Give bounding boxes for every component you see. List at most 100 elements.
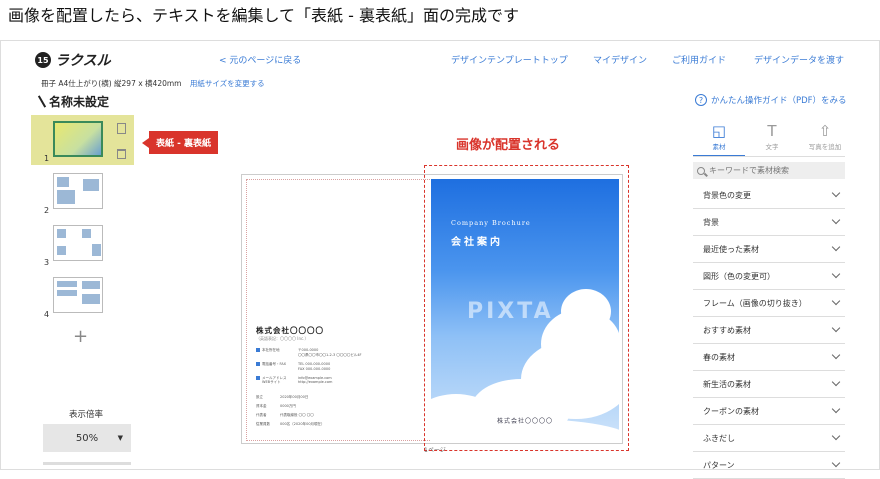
bullet-icon	[256, 361, 260, 366]
question-icon: ?	[695, 94, 707, 106]
help-guide-link[interactable]: ? かんたん操作ガイド（PDF）をみる	[695, 94, 847, 106]
back-company-name[interactable]: 株式会社〇〇〇〇	[256, 325, 426, 336]
cover-callout: 表紙 - 裏表紙	[141, 131, 219, 154]
logo-mark: 15	[35, 52, 51, 68]
tab-label: 写真を追加	[808, 143, 842, 151]
material-category-list: 背景色の変更 背景 最近使った素材 図形（色の変更可） フレーム（画像の切り抜き…	[693, 182, 845, 479]
document-title[interactable]: 名称未設定	[37, 93, 109, 110]
zoom-value: 50%	[75, 432, 99, 444]
info-row[interactable]: 設立 2020年00月00日	[256, 395, 426, 400]
page-number: 4	[44, 310, 50, 319]
page-thumbnails: 1 2 3 4	[31, 115, 136, 323]
change-paper-size-link[interactable]: 用紙サイズを変更する	[190, 79, 265, 88]
info-value: 000名（2020年00月現在）	[280, 422, 325, 427]
info-row[interactable]: 従業員数 000名（2020年00月現在）	[256, 422, 426, 427]
category-label: 背景	[703, 217, 719, 227]
info-row[interactable]: 本社所在地 〒000-0000 〇〇県〇〇市〇〇1-2-3 〇〇〇〇ビル4F	[256, 348, 426, 358]
info-key: 資本金	[256, 404, 267, 409]
category-label: ふきだし	[703, 433, 735, 443]
add-page-icon[interactable]: +	[73, 326, 88, 347]
text-icon: T	[767, 122, 777, 140]
category-pattern[interactable]: パターン	[693, 452, 845, 479]
chevron-down-icon	[831, 431, 841, 441]
zoom-label: 表示倍率	[69, 410, 104, 420]
category-shapes[interactable]: 図形（色の変更可）	[693, 263, 845, 290]
tab-material[interactable]: ◱ 素材	[699, 121, 739, 151]
tab-text[interactable]: T 文字	[752, 121, 792, 151]
info-key: 電話番号・FAX	[262, 361, 286, 366]
category-new-life[interactable]: 新生活の素材	[693, 371, 845, 398]
tab-label: 素材	[712, 143, 726, 151]
page-thumb-3[interactable]: 3	[31, 219, 136, 269]
category-background-color[interactable]: 背景色の変更	[693, 182, 845, 209]
category-label: 最近使った素材	[703, 244, 759, 254]
material-search[interactable]	[693, 162, 845, 179]
tab-label: 文字	[765, 143, 779, 151]
info-value: info@example.com http://example.com	[298, 375, 333, 385]
paper-spec-text: 冊子 A4仕上がり(横) 縦297 x 横420mm	[41, 79, 182, 88]
page-thumb-4[interactable]: 4	[31, 271, 136, 321]
category-speech-bubble[interactable]: ふきだし	[693, 425, 845, 452]
category-frames[interactable]: フレーム（画像の切り抜き）	[693, 290, 845, 317]
category-recent[interactable]: 最近使った素材	[693, 236, 845, 263]
page-number: 2	[44, 206, 50, 215]
logo-text: ラクスル	[55, 53, 111, 69]
info-key: 本社所在地	[262, 348, 280, 352]
thumb-image	[53, 225, 103, 261]
back-company-en[interactable]: （英語表記：〇〇〇〇 Inc.）	[256, 336, 426, 342]
category-label: クーポンの素材	[703, 406, 759, 416]
tab-add-photo[interactable]: ⇧ 写真を追加	[805, 121, 845, 151]
category-label: フレーム（画像の切り抜き）	[703, 298, 807, 308]
chevron-down-icon	[831, 350, 841, 360]
info-row[interactable]: 電話番号・FAX TEL 000-000-0000 FAX 000-000-00…	[256, 361, 426, 372]
chevron-down-icon	[831, 323, 841, 333]
nav-guide[interactable]: ご利用ガイド	[672, 53, 726, 66]
info-key: メールアドレス WEBサイト	[262, 375, 287, 385]
material-icon: ◱	[711, 122, 727, 140]
zoom-select[interactable]: 50% ▼	[43, 424, 131, 452]
info-value: TEL 000-000-0000 FAX 000-000-0000	[298, 361, 331, 371]
trash-icon[interactable]	[117, 149, 126, 159]
back-cover[interactable]: 株式会社〇〇〇〇 （英語表記：〇〇〇〇 Inc.） 本社所在地 〒000-000…	[256, 325, 426, 431]
chevron-down-icon	[831, 377, 841, 387]
placed-image-selection	[424, 165, 629, 451]
divider	[693, 156, 845, 157]
category-label: 新生活の素材	[703, 379, 751, 389]
chevron-down-icon	[831, 404, 841, 414]
category-coupon[interactable]: クーポンの素材	[693, 398, 845, 425]
chevron-down-icon	[831, 269, 841, 279]
info-row[interactable]: 代表者 代表取締役 〇〇 〇〇	[256, 413, 426, 418]
back-link[interactable]: < 元のページに戻る	[219, 53, 301, 66]
category-background[interactable]: 背景	[693, 209, 845, 236]
nav-my-design[interactable]: マイデザイン	[593, 53, 647, 66]
zoom-scrollbar[interactable]	[43, 462, 131, 465]
editor-window: 15 ラクスル < 元のページに戻る デザインテンプレートトップ マイデザイン …	[0, 40, 880, 479]
chevron-down-icon	[831, 188, 841, 198]
pen-icon	[37, 95, 47, 108]
paper-spec: 冊子 A4仕上がり(横) 縦297 x 横420mm 用紙サイズを変更する	[41, 78, 265, 89]
bullet-icon	[256, 348, 260, 352]
info-row[interactable]: メールアドレス WEBサイト info@example.com http://e…	[256, 375, 426, 386]
nav-template-top[interactable]: デザインテンプレートトップ	[451, 53, 568, 66]
chevron-down-icon	[831, 458, 841, 468]
info-row[interactable]: 資本金 0000万円	[256, 404, 426, 409]
info-value: 〒000-0000 〇〇県〇〇市〇〇1-2-3 〇〇〇〇ビル4F	[298, 348, 362, 357]
category-spring[interactable]: 春の素材	[693, 344, 845, 371]
bullet-icon	[256, 375, 260, 380]
tool-tabs: ◱ 素材 T 文字 ⇧ 写真を追加	[693, 121, 845, 157]
category-label: 図形（色の変更可）	[703, 271, 775, 281]
logo[interactable]: 15 ラクスル	[35, 50, 111, 70]
page-thumb-2[interactable]: 2	[31, 167, 136, 217]
search-input[interactable]	[709, 166, 839, 175]
page-number: 1	[44, 154, 50, 163]
nav-submit-data[interactable]: デザインデータを渡す	[754, 53, 844, 66]
info-value: 代表取締役 〇〇 〇〇	[280, 413, 314, 418]
category-label: おすすめ素材	[703, 325, 751, 335]
copy-icon[interactable]	[117, 123, 126, 134]
search-icon	[697, 166, 705, 175]
page-thumb-1[interactable]: 1	[31, 115, 136, 165]
image-placed-annotation: 画像が配置される	[456, 138, 561, 153]
category-label: 春の素材	[703, 352, 735, 362]
category-recommended[interactable]: おすすめ素材	[693, 317, 845, 344]
thumb-image	[53, 277, 103, 313]
